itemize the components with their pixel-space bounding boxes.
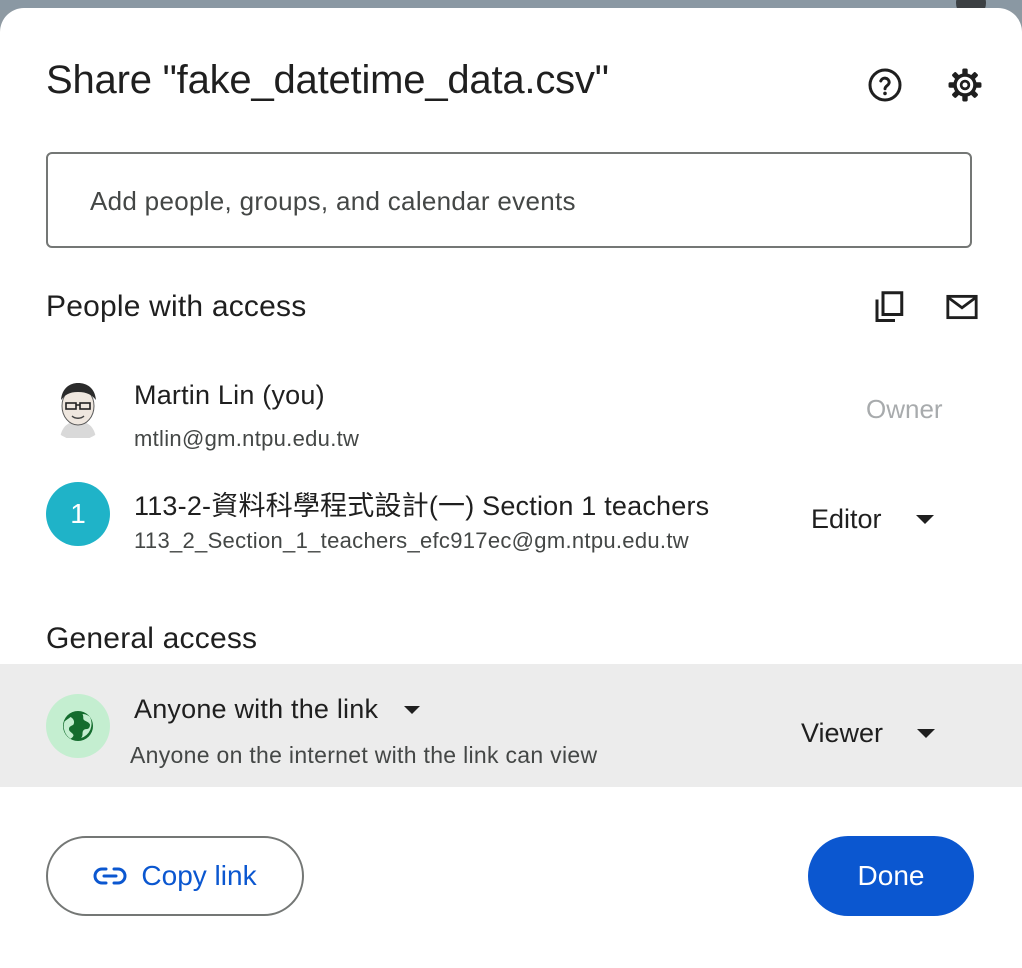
general-access-heading: General access bbox=[46, 622, 258, 655]
email-people-button[interactable] bbox=[938, 284, 986, 330]
link-icon bbox=[93, 867, 127, 885]
share-dialog: Share "fake_datetime_data.csv" People wi… bbox=[0, 8, 1022, 968]
group-email: 113_2_Section_1_teachers_efc917ec@gm.ntp… bbox=[134, 528, 689, 553]
globe-icon bbox=[63, 711, 93, 741]
people-with-access-heading: People with access bbox=[46, 290, 307, 323]
add-people-field[interactable] bbox=[46, 152, 972, 248]
gear-icon bbox=[948, 68, 982, 102]
editor-role-dropdown[interactable]: Editor bbox=[811, 504, 934, 535]
mail-icon bbox=[946, 294, 978, 320]
chevron-down-icon bbox=[917, 729, 936, 738]
person-email: mtlin@gm.ntpu.edu.tw bbox=[134, 426, 360, 451]
help-button[interactable] bbox=[862, 62, 908, 108]
copy-emails-button[interactable] bbox=[866, 284, 912, 330]
owner-role-label: Owner bbox=[866, 394, 943, 424]
general-access-dropdown[interactable]: Anyone with the link bbox=[134, 694, 421, 725]
add-people-input[interactable] bbox=[88, 180, 932, 222]
role-label: Editor bbox=[811, 504, 882, 534]
help-circle-icon bbox=[868, 68, 902, 102]
done-button[interactable]: Done bbox=[808, 836, 974, 916]
chevron-down-icon bbox=[404, 705, 421, 714]
group-avatar-letter: 1 bbox=[70, 498, 86, 529]
done-label: Done bbox=[857, 860, 925, 891]
globe-avatar bbox=[46, 694, 110, 758]
settings-button[interactable] bbox=[942, 62, 988, 108]
group-name: 113-2-資料科學程式設計(一) Section 1 teachers bbox=[134, 491, 710, 521]
dialog-title: Share "fake_datetime_data.csv" bbox=[46, 58, 609, 102]
copy-link-label: Copy link bbox=[141, 860, 257, 891]
copy-icon bbox=[875, 291, 904, 322]
chevron-down-icon bbox=[915, 515, 934, 524]
avatar bbox=[46, 376, 110, 440]
copy-link-button[interactable]: Copy link bbox=[46, 836, 304, 916]
person-name: Martin Lin (you) bbox=[134, 380, 325, 410]
viewer-role-dropdown[interactable]: Viewer bbox=[801, 718, 936, 749]
general-access-description: Anyone on the internet with the link can… bbox=[130, 742, 598, 768]
group-avatar: 1 bbox=[46, 482, 110, 546]
role-label: Viewer bbox=[801, 718, 884, 748]
avatar-photo bbox=[46, 376, 110, 440]
general-access-option: Anyone with the link bbox=[134, 694, 379, 724]
